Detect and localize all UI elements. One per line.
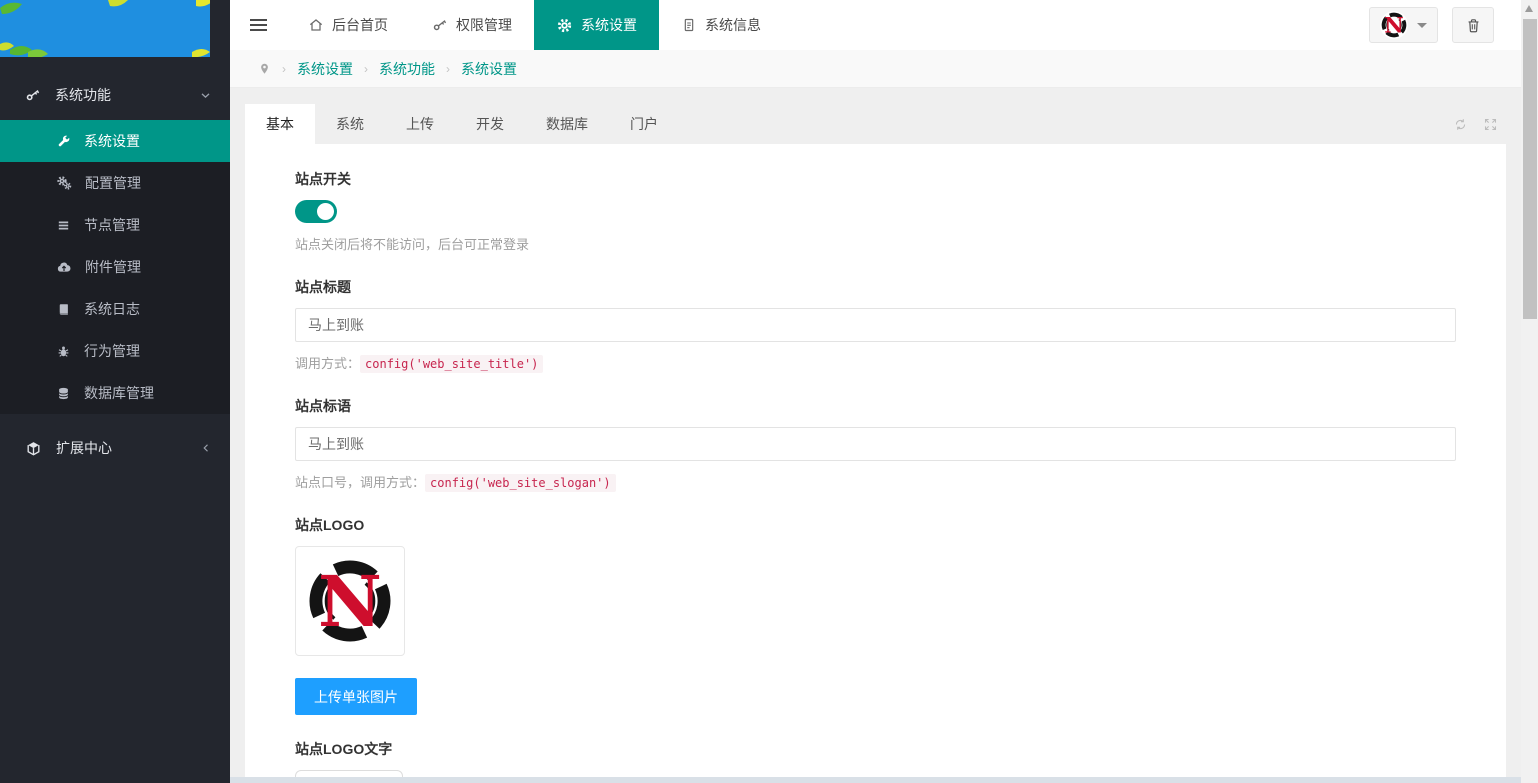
- caret-down-icon: [1417, 23, 1427, 28]
- menu-toggle-button[interactable]: [230, 0, 286, 50]
- tab-develop[interactable]: 开发: [455, 104, 525, 144]
- tab-bar: 基本 系统 上传 开发 数据库 门户: [245, 104, 1506, 144]
- user-avatar: [1380, 11, 1408, 39]
- site-title-input[interactable]: [295, 308, 1456, 342]
- field-site-title: 站点标题 调用方式：config('web_site_title'): [295, 277, 1456, 372]
- top-navbar: 后台首页 权限管理 系统设置 系统信息: [230, 0, 1521, 50]
- sidebar-logo-banner: [0, 0, 210, 57]
- location-pin-icon: [258, 61, 271, 76]
- box-icon: [25, 440, 42, 457]
- key-icon: [432, 17, 448, 33]
- tab-system[interactable]: 系统: [315, 104, 385, 144]
- field-hint: 站点关闭后将不能访问，后台可正常登录: [295, 234, 1456, 253]
- sidebar-item-attachment-management[interactable]: 附件管理: [0, 246, 230, 288]
- field-label: 站点LOGO文字: [295, 739, 1456, 759]
- sidebar-group-label: 扩展中心: [56, 438, 200, 458]
- gear-icon: [556, 17, 573, 34]
- tab-tools: [1453, 104, 1498, 144]
- user-menu-button[interactable]: [1369, 7, 1438, 43]
- settings-card: 基本 系统 上传 开发 数据库 门户 站点开关: [245, 104, 1506, 783]
- site-slogan-input[interactable]: [295, 427, 1456, 461]
- sidebar-group-extension-center[interactable]: 扩展中心: [0, 423, 230, 473]
- banner-leaves-image: [0, 0, 210, 57]
- field-hint: 站点口号，调用方式：config('web_site_slogan'): [295, 472, 1456, 491]
- tab-portal[interactable]: 门户: [609, 104, 679, 144]
- nav-item-permissions[interactable]: 权限管理: [410, 0, 534, 50]
- bottom-strip: [230, 777, 1521, 783]
- page-content: 基本 系统 上传 开发 数据库 门户 站点开关: [230, 88, 1521, 783]
- sidebar-item-database-management[interactable]: 数据库管理: [0, 372, 230, 414]
- tab-database[interactable]: 数据库: [525, 104, 609, 144]
- main-area: 后台首页 权限管理 系统设置 系统信息: [230, 0, 1521, 783]
- sidebar-item-system-logs[interactable]: 系统日志: [0, 288, 230, 330]
- scrollbar-thumb[interactable]: [1523, 19, 1537, 319]
- site-switch-toggle[interactable]: [295, 200, 337, 223]
- field-site-slogan: 站点标语 站点口号，调用方式：config('web_site_slogan'): [295, 396, 1456, 491]
- fullscreen-icon[interactable]: [1483, 117, 1498, 132]
- nav-item-system-settings[interactable]: 系统设置: [534, 0, 659, 50]
- tab-panel-basic: 站点开关 站点关闭后将不能访问，后台可正常登录 站点标题 调用方式：config…: [245, 144, 1506, 783]
- bug-icon: [56, 344, 71, 359]
- toggle-knob: [317, 203, 334, 220]
- field-site-logo: 站点LOGO 上传单张图片: [295, 515, 1456, 715]
- cloud-upload-icon: [56, 259, 72, 275]
- nav-item-system-info[interactable]: 系统信息: [659, 0, 783, 50]
- trash-icon: [1465, 17, 1482, 34]
- cogs-icon: [56, 175, 72, 191]
- hamburger-icon: [250, 16, 267, 34]
- navbar-right-controls: [1369, 0, 1521, 50]
- sidebar-item-node-management[interactable]: 节点管理: [0, 204, 230, 246]
- nav-item-home[interactable]: 后台首页: [286, 0, 410, 50]
- list-icon: [56, 218, 71, 233]
- sidebar-item-config-management[interactable]: 配置管理: [0, 162, 230, 204]
- breadcrumb-link[interactable]: 系统设置: [297, 59, 353, 79]
- sidebar-group-system-functions[interactable]: 系统功能: [0, 70, 230, 120]
- chevron-left-icon: [200, 442, 212, 454]
- config-code: config('web_site_slogan'): [425, 474, 616, 492]
- config-code: config('web_site_title'): [360, 355, 543, 373]
- database-icon: [56, 386, 71, 401]
- clear-cache-button[interactable]: [1452, 7, 1494, 43]
- breadcrumb-separator: ›: [364, 62, 368, 76]
- breadcrumb-separator: ›: [282, 62, 286, 76]
- scrollbar-up-arrow-icon[interactable]: [1525, 5, 1533, 12]
- breadcrumb-link[interactable]: 系统设置: [461, 59, 517, 79]
- chevron-down-icon: [199, 89, 212, 102]
- site-logo-image: [304, 555, 396, 647]
- sidebar-item-behavior-management[interactable]: 行为管理: [0, 330, 230, 372]
- upload-image-button[interactable]: 上传单张图片: [295, 678, 417, 715]
- field-label: 站点开关: [295, 169, 1456, 189]
- tab-upload[interactable]: 上传: [385, 104, 455, 144]
- field-label: 站点LOGO: [295, 515, 1456, 535]
- book-icon: [56, 302, 71, 317]
- tab-basic[interactable]: 基本: [245, 104, 315, 144]
- breadcrumb-link[interactable]: 系统功能: [379, 59, 435, 79]
- field-site-switch: 站点开关 站点关闭后将不能访问，后台可正常登录: [295, 169, 1456, 253]
- breadcrumb-separator: ›: [446, 62, 450, 76]
- sidebar-item-system-settings[interactable]: 系统设置: [0, 120, 230, 162]
- sidebar: 系统功能 系统设置 配置管理 节点管理: [0, 0, 230, 783]
- document-icon: [681, 17, 697, 33]
- vertical-scrollbar[interactable]: [1521, 0, 1538, 783]
- breadcrumb: › 系统设置 › 系统功能 › 系统设置: [230, 50, 1521, 88]
- refresh-icon[interactable]: [1453, 117, 1468, 132]
- sidebar-group-label: 系统功能: [55, 85, 199, 105]
- field-label: 站点标语: [295, 396, 1456, 416]
- site-logo-preview[interactable]: [295, 546, 405, 656]
- field-label: 站点标题: [295, 277, 1456, 297]
- field-hint: 调用方式：config('web_site_title'): [295, 353, 1456, 372]
- key-icon: [25, 87, 41, 103]
- sidebar-submenu: 系统设置 配置管理 节点管理 附件管理: [0, 120, 230, 414]
- home-icon: [308, 17, 324, 33]
- wrench-icon: [56, 134, 71, 149]
